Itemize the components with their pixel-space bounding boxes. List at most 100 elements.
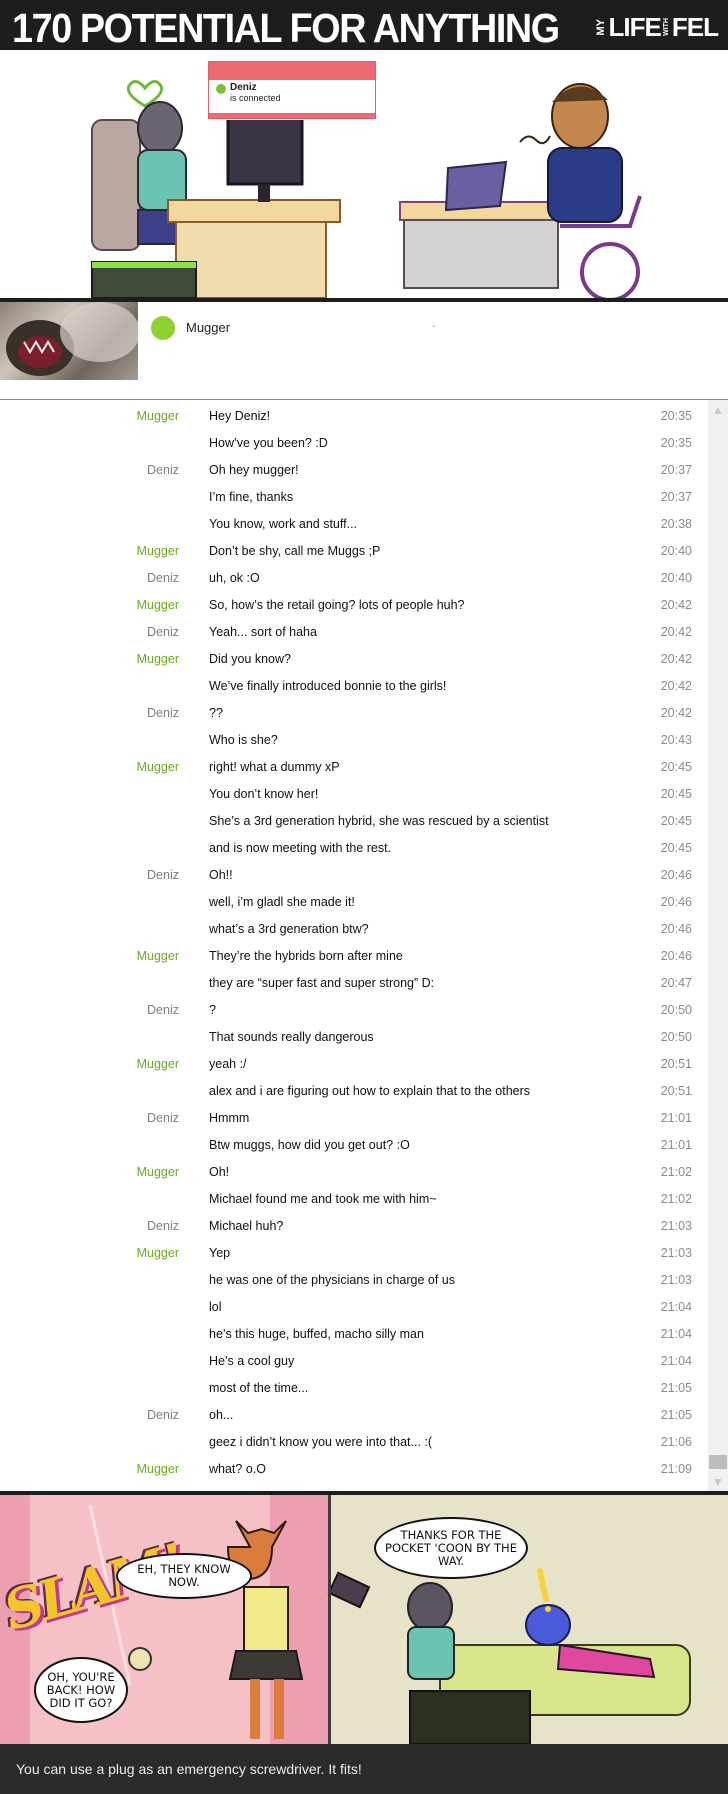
connection-notification: Deniz is connected xyxy=(208,61,376,119)
chat-message-row: You don’t know her! 20:45 xyxy=(0,778,708,805)
wheelchair-wheel xyxy=(580,242,640,298)
chat-message-row: Mugger what? o.O 21:09 xyxy=(0,1453,708,1480)
message-time: 21:04 xyxy=(660,1327,692,1341)
bottom-comic-panel: SLAM! EH, THEY KNOW NOW. OH, YOU'RE BACK… xyxy=(0,1495,728,1744)
raccoon-photo xyxy=(6,302,138,376)
message-sender: Deniz xyxy=(147,1111,179,1125)
left-desk xyxy=(167,199,341,223)
message-time: 20:51 xyxy=(660,1084,692,1098)
message-list[interactable]: Mugger Hey Deniz! 20:35 How’ve you been? :D… xyxy=(0,400,708,1490)
laptop xyxy=(444,160,508,212)
message-sender: Deniz xyxy=(147,1219,179,1233)
message-time: 21:01 xyxy=(660,1111,692,1125)
message-time: 21:02 xyxy=(660,1165,692,1179)
chevron-down-icon[interactable]: ▼ xyxy=(708,1474,728,1490)
camera xyxy=(327,1571,371,1609)
message-text: uh, ok :O xyxy=(209,571,260,585)
message-text: Don’t be shy, call me Muggs ;P xyxy=(209,544,381,558)
chevron-up-icon[interactable]: ▲ xyxy=(708,402,728,418)
logo-life: LIFE xyxy=(608,11,662,42)
chat-header: Mugger - xyxy=(0,302,728,400)
message-text: most of the time... xyxy=(209,1381,309,1395)
chat-message-row: he’s this huge, buffed, macho silly man 2… xyxy=(0,1318,708,1345)
chat-scrollbar[interactable]: ▲ ▼ xyxy=(708,400,728,1492)
message-sender: Deniz xyxy=(147,1003,179,1017)
chat-message-row: most of the time... 21:05 xyxy=(0,1372,708,1399)
chat-message-row: Mugger Don’t be shy, call me Muggs ;P 20:4… xyxy=(0,535,708,562)
message-time: 21:03 xyxy=(660,1219,692,1233)
message-time: 20:37 xyxy=(660,463,692,477)
speech-bubble-back: OH, YOU'RE BACK! HOW DID IT GO? xyxy=(34,1657,128,1723)
message-text: ?? xyxy=(209,706,223,720)
message-text: We’ve finally introduced bonnie to the g… xyxy=(209,679,447,693)
message-time: 20:42 xyxy=(660,625,692,639)
message-text: You don’t know her! xyxy=(209,787,319,801)
online-dot-icon xyxy=(216,84,226,94)
raccoon-character-head xyxy=(407,1582,453,1632)
message-text: He’s a cool guy xyxy=(209,1354,295,1368)
message-text: ? xyxy=(209,1003,216,1017)
message-sender: Mugger xyxy=(136,1165,179,1179)
message-text: Oh! xyxy=(209,1165,230,1179)
message-sender: Deniz xyxy=(147,571,179,585)
chat-message-row: Btw muggs, how did you get out? :O 21:01 xyxy=(0,1129,708,1156)
scrollbar-thumb[interactable] xyxy=(709,1455,727,1469)
message-sender: Mugger xyxy=(136,598,179,612)
chat-message-row: Mugger They’re the hybrids born after min… xyxy=(0,940,708,967)
message-text: That sounds really dangerous xyxy=(209,1030,374,1044)
notification-name: Deniz xyxy=(230,82,257,93)
chat-message-row: Deniz? 20:50 xyxy=(0,994,708,1021)
message-text: geez i didn’t know you were into that...… xyxy=(209,1435,433,1449)
footer-bar: You can use a plug as an emergency screw… xyxy=(0,1744,728,1794)
message-time: 21:05 xyxy=(660,1381,692,1395)
chat-message-row: Deniz oh... 21:05 xyxy=(0,1399,708,1426)
message-text: Hmmm xyxy=(209,1111,250,1125)
message-text: alex and i are figuring out how to expla… xyxy=(209,1084,531,1098)
message-sender: Mugger xyxy=(136,1057,179,1071)
message-time: 20:47 xyxy=(660,976,692,990)
message-time: 20:45 xyxy=(660,814,692,828)
message-sender: Mugger xyxy=(136,1462,179,1476)
message-time: 21:09 xyxy=(660,1462,692,1476)
office-chair xyxy=(91,119,141,251)
message-time: 20:45 xyxy=(660,760,692,774)
message-time: 20:46 xyxy=(660,949,692,963)
fox-body xyxy=(243,1586,289,1652)
message-time: 20:42 xyxy=(660,652,692,666)
message-time: 20:42 xyxy=(660,598,692,612)
message-time: 20:42 xyxy=(660,679,692,693)
chat-message-row: they are “super fast and super strong” D… xyxy=(0,967,708,994)
message-time: 20:40 xyxy=(660,571,692,585)
message-text: he’s this huge, buffed, macho silly man xyxy=(209,1327,424,1341)
contact-name[interactable]: Mugger xyxy=(186,320,230,335)
top-comic-panel: Deniz is connected xyxy=(0,50,728,298)
contact-avatar[interactable] xyxy=(0,302,138,380)
message-text: I’m fine, thanks xyxy=(209,490,294,504)
chat-message-row: Michael found me and took me with him~ 21… xyxy=(0,1183,708,1210)
site-logo[interactable]: MY LIFE WITH FEL xyxy=(595,11,719,42)
message-time: 20:50 xyxy=(660,1003,692,1017)
raccoon-head xyxy=(137,101,183,155)
message-time: 20:51 xyxy=(660,1057,692,1071)
chat-message-row: She’s a 3rd generation hybrid, she was r… xyxy=(0,805,708,832)
left-monitor xyxy=(226,114,304,186)
message-text: what’s a 3rd generation btw? xyxy=(209,922,369,936)
chat-message-row: Deniz Hmmm 21:01 xyxy=(0,1102,708,1129)
message-text: oh... xyxy=(209,1408,234,1422)
chat-message-row: How’ve you been? :D 20:35 xyxy=(0,427,708,454)
chat-message-row: Mugger So, how’s the retail going? lots o… xyxy=(0,589,708,616)
chat-message-row: Mugger yeah :/ 20:51 xyxy=(0,1048,708,1075)
logo-fel: FEL xyxy=(671,11,719,42)
comic-header: 170 POTENTIAL FOR ANYTHING MY LIFE WITH … xyxy=(0,0,728,50)
message-sender: Mugger xyxy=(136,760,179,774)
message-text: and is now meeting with the rest. xyxy=(209,841,392,855)
chat-message-row: Deniz Michael huh? 21:03 xyxy=(0,1210,708,1237)
message-time: 20:46 xyxy=(660,868,692,882)
message-text: lol xyxy=(209,1300,222,1314)
door-knob xyxy=(128,1647,152,1671)
message-sender: Mugger xyxy=(136,544,179,558)
message-sender: Mugger xyxy=(136,652,179,666)
message-sender: Mugger xyxy=(136,409,179,423)
message-time: 20:42 xyxy=(660,706,692,720)
chat-message-row: well, i’m gladl she made it! 20:46 xyxy=(0,886,708,913)
